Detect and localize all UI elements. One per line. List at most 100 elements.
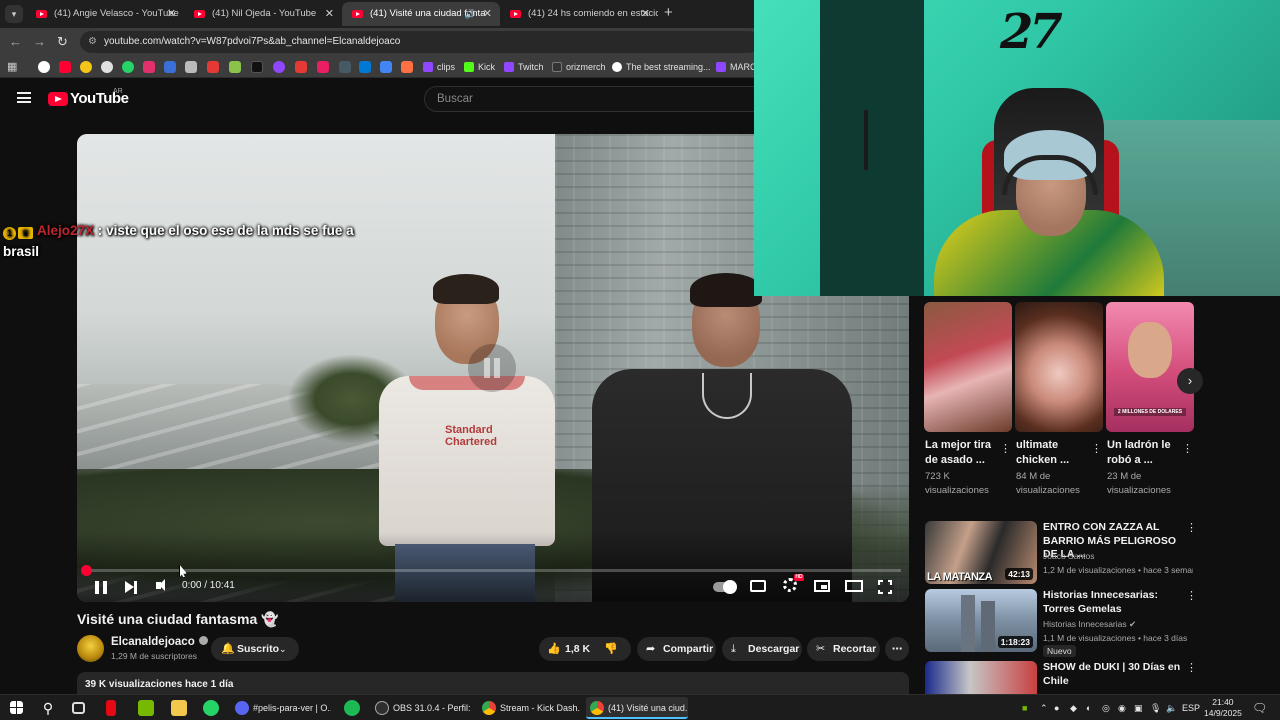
tray-app-icon[interactable]: ◎ (1102, 695, 1110, 720)
bookmark-orizmerch[interactable]: orizmerch (552, 56, 606, 78)
related-thumbnail[interactable]: 1:18:23 (925, 589, 1037, 652)
bookmark-icon[interactable] (229, 61, 241, 73)
related-title[interactable]: SHOW de DUKI | 30 Días en Chile (1043, 661, 1183, 688)
taskbar-app-chrome-discord[interactable]: #pelis-para-ver | O... (231, 697, 331, 719)
search-icon[interactable]: ⚲ (40, 700, 56, 716)
tray-app-icon[interactable]: ● (1054, 695, 1059, 720)
channel-name[interactable]: Elcanaldejoaco (111, 636, 208, 648)
close-tab-icon[interactable]: ✕ (483, 2, 492, 26)
subtitles-icon[interactable] (750, 580, 766, 592)
progress-bar[interactable] (81, 565, 901, 576)
forward-icon[interactable]: → (33, 34, 46, 49)
audio-playing-icon[interactable]: 🔊 (465, 2, 476, 26)
bookmark-twitch[interactable]: Twitch (504, 56, 544, 78)
fullscreen-icon[interactable] (877, 579, 894, 596)
channel-avatar[interactable] (77, 635, 104, 662)
tab-visite-una-ciudad[interactable]: (41) Visité una ciudad fanta 🔊 ✕ (342, 2, 500, 26)
related-menu-icon[interactable]: ⋮ (1186, 521, 1197, 534)
taskbar-app-kick-dashboard[interactable]: Stream - Kick Dash... (478, 697, 580, 719)
google-bookmark-icon[interactable] (38, 61, 50, 73)
related-title[interactable]: Historias Innecesarias: Torres Gemelas (1043, 589, 1183, 616)
bookmark-icon[interactable] (101, 61, 113, 73)
bookmark-icon[interactable] (164, 61, 176, 73)
speaker-icon[interactable]: 🔈 (1166, 695, 1177, 720)
description-box[interactable]: 39 K visualizaciones hace 1 día (77, 672, 909, 694)
bookmark-icon[interactable] (295, 61, 307, 73)
tray-app-icon[interactable]: ◉ (1118, 695, 1126, 720)
scrubber-handle[interactable] (81, 565, 92, 576)
search-input[interactable]: Buscar (424, 86, 764, 112)
related-video[interactable]: SHOW de DUKI | 30 Días en Chile ⋮ (924, 661, 1194, 694)
taskbar-app-obs[interactable]: OBS 31.0.4 - Perfil: ... (371, 697, 471, 719)
tab-nil-ojeda[interactable]: (41) Nil Ojeda - YouTube ✕ (184, 2, 342, 26)
taskbar-app-youtube[interactable]: (41) Visité una ciud... (586, 697, 688, 719)
site-info-icon[interactable]: ⚙ (88, 31, 97, 53)
related-menu-icon[interactable]: ⋮ (1186, 661, 1194, 674)
netflix-icon[interactable] (106, 700, 116, 716)
task-view-icon[interactable] (72, 702, 85, 714)
tray-app-icon[interactable]: ▣ (1134, 695, 1143, 720)
bookmark-icon[interactable] (80, 61, 92, 73)
short-menu-icon[interactable]: ⋮ (1182, 442, 1193, 455)
whatsapp-bookmark-icon[interactable] (122, 61, 134, 73)
short-menu-icon[interactable]: ⋮ (1000, 442, 1011, 455)
reload-icon[interactable]: ↻ (57, 34, 68, 50)
outlook-bookmark-icon[interactable] (359, 61, 371, 73)
url-field[interactable]: ⚙ youtube.com/watch?v=W87pdvoi7Ps&ab_cha… (80, 31, 760, 53)
close-tab-icon[interactable]: ✕ (325, 2, 334, 26)
short-title[interactable]: ultimate chicken ... (1016, 438, 1090, 468)
tray-app-icon[interactable]: ◐ (1086, 695, 1091, 720)
bookmark-icon[interactable] (339, 61, 351, 73)
language-indicator[interactable]: ESP (1182, 695, 1200, 720)
dislike-icon[interactable]: 👎 (604, 637, 618, 661)
tray-arrow-icon[interactable]: ⌃ (1040, 695, 1048, 720)
short-thumbnail[interactable] (924, 302, 1012, 432)
windows-start-icon[interactable] (10, 701, 23, 714)
whatsapp-icon[interactable] (203, 700, 219, 716)
related-channel[interactable]: Joaco Santos (1043, 551, 1095, 561)
bookmark-best-streaming[interactable]: The best streaming... (612, 56, 711, 78)
tiktok-bookmark-icon[interactable] (251, 61, 263, 73)
theater-mode-icon[interactable] (845, 580, 863, 592)
bookmark-icon[interactable] (401, 61, 413, 73)
menu-icon[interactable] (17, 92, 31, 103)
next-video-icon[interactable] (125, 580, 137, 594)
like-count[interactable]: 1,8 K (565, 643, 590, 655)
close-tab-icon[interactable]: ✕ (167, 2, 176, 26)
short-thumbnail[interactable]: 2 MILLONES DE DOLARES (1106, 302, 1194, 432)
autoplay-toggle[interactable] (713, 580, 737, 594)
short-thumbnail[interactable] (1015, 302, 1103, 432)
file-explorer-icon[interactable] (171, 700, 187, 716)
back-icon[interactable]: ← (9, 34, 22, 49)
chevron-right-icon[interactable]: › (1177, 368, 1203, 394)
more-actions-button[interactable]: ⋯ (885, 637, 909, 661)
nvidia-icon[interactable] (138, 700, 154, 716)
tab-24-hs-comiendo[interactable]: (41) 24 hs comiendo en estacio ✕ (500, 2, 658, 26)
related-channel[interactable]: Historias Innecesarias ✔ (1043, 619, 1136, 630)
clip-button[interactable]: ✂ Recortar (807, 637, 880, 661)
volume-icon[interactable] (156, 579, 165, 591)
instagram-bookmark-icon[interactable] (143, 61, 155, 73)
microphone-icon[interactable]: 🎙 (1150, 695, 1161, 720)
youtube-logo-icon[interactable] (48, 92, 68, 106)
tab-angie-velasco[interactable]: (41) Angie Velasco - YouTube ✕ (26, 2, 184, 26)
spotify-icon[interactable] (344, 700, 360, 716)
short-title[interactable]: Un ladrón le robó a ... (1107, 438, 1181, 468)
bookmark-icon[interactable] (380, 61, 392, 73)
share-button[interactable]: ➦ Compartir (637, 637, 716, 661)
system-clock[interactable]: 21:40 14/9/2025 (1204, 697, 1242, 719)
bookmark-kick[interactable]: Kick (464, 56, 495, 78)
bookmark-icon[interactable] (207, 61, 219, 73)
download-button[interactable]: ⤓ Descargar (722, 637, 802, 661)
miniplayer-icon[interactable] (814, 580, 830, 592)
bookmark-icon[interactable] (273, 61, 285, 73)
short-title[interactable]: La mejor tira de asado ... (925, 438, 999, 468)
youtube-bookmark-icon[interactable] (59, 61, 71, 73)
bookmark-icon[interactable] (185, 61, 197, 73)
center-pause-icon[interactable] (468, 344, 516, 392)
apps-grid-icon[interactable]: ▦ (7, 60, 17, 73)
notifications-icon[interactable]: 🗨 (1252, 695, 1267, 720)
related-thumbnail[interactable] (925, 661, 1037, 694)
tray-app-icon[interactable]: ◆ (1070, 695, 1077, 720)
like-icon[interactable]: 👍 (547, 637, 561, 661)
